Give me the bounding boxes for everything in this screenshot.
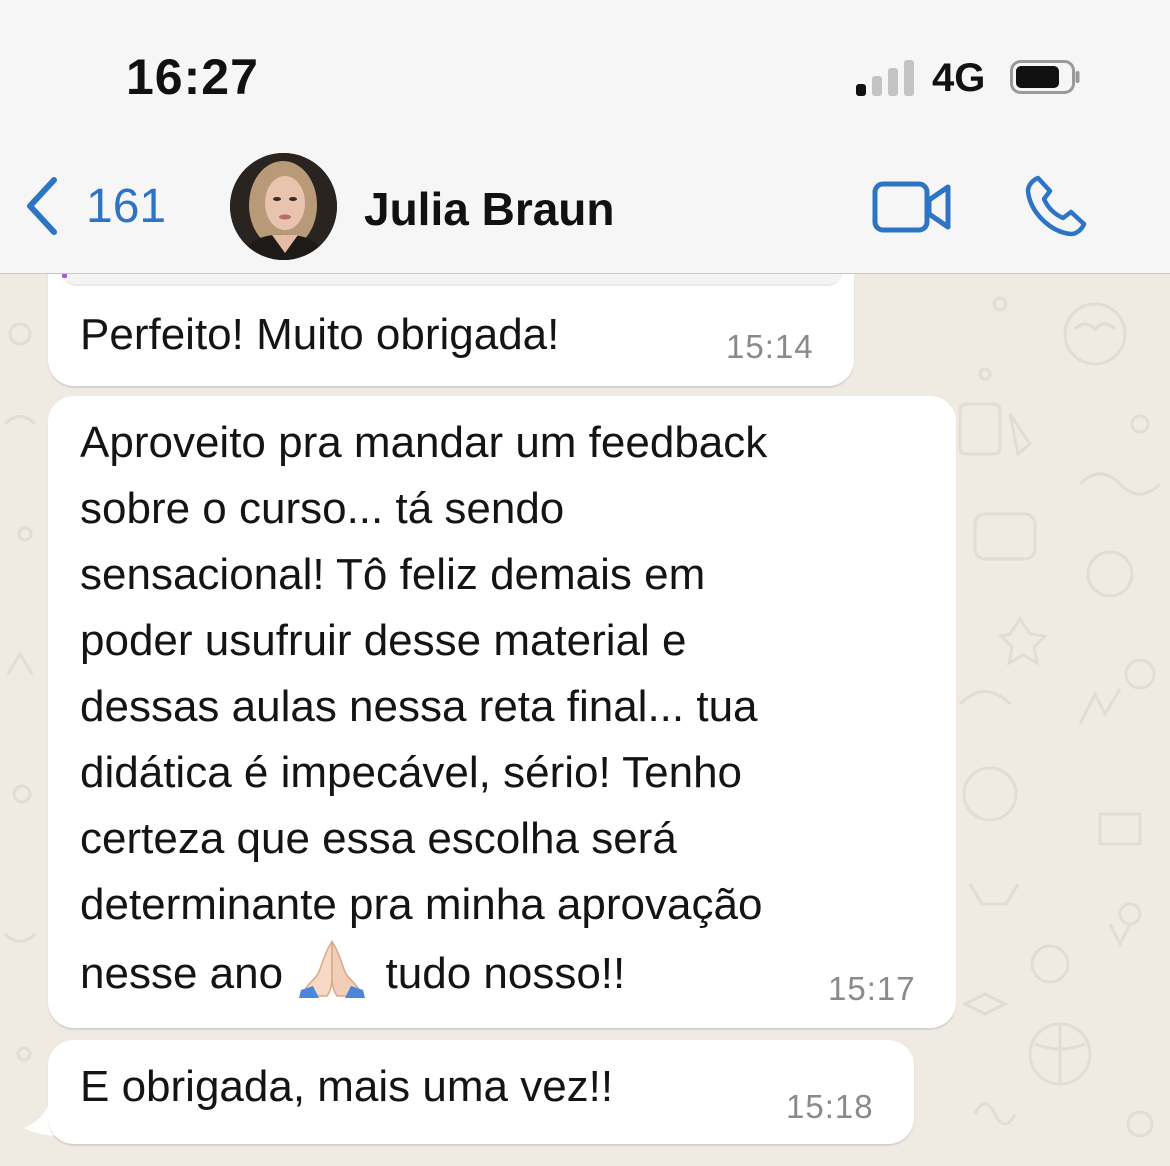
message-time: 15:14 [726,328,814,365]
signal-bar [856,84,866,96]
folded-hands-emoji [299,940,366,998]
message-bubble[interactable]: Aproveito pra mandar um feedback sobre o… [48,396,956,1028]
message-line: Aproveito pra mandar um feedback [80,418,768,467]
chevron-left-icon [27,177,57,235]
message-line: certeza que essa escolha será [80,814,677,863]
signal-bar [904,60,914,96]
signal-bar [888,68,898,96]
message-line: determinante pra minha aprovação [80,880,763,929]
message-line: sobre o curso... tá sendo [80,484,565,533]
message-text: Aproveito pra mandar um feedback sobre o… [80,410,940,1007]
chat-area[interactable]: Perfeito! Muito obrigada! 15:14 Aproveit… [0,274,1170,1166]
message-line: sensacional! Tô feliz demais em [80,550,706,599]
signal-strength-icon [856,58,916,96]
phone-icon[interactable] [1024,174,1088,238]
signal-bar [872,76,882,96]
video-camera-icon[interactable] [872,178,952,236]
unread-count: 161 [86,179,167,233]
quoted-reply-accent [62,274,67,278]
message-time: 15:18 [786,1088,874,1125]
message-bubble[interactable]: Perfeito! Muito obrigada! 15:14 [48,274,854,386]
message-text: Perfeito! Muito obrigada! [80,310,560,359]
battery-icon [1010,60,1080,94]
message-text: E obrigada, mais uma vez!! [80,1062,614,1111]
message-line: dessas aulas nessa reta final... tua [80,682,758,731]
message-bubble[interactable]: E obrigada, mais uma vez!! 15:18 [48,1040,914,1144]
avatar[interactable] [230,153,337,260]
contact-name[interactable]: Julia Braun [364,182,615,236]
status-bar: 16:27 4G [0,0,1170,140]
status-time: 16:27 [126,49,259,105]
message-line: poder usufruir desse material e [80,616,687,665]
message-line: didática é impecável, sério! Tenho [80,748,743,797]
message-line: nesse ano tudo nosso!! [80,938,940,1007]
message-line-start: nesse ano [80,949,284,998]
message-time: 15:17 [828,970,916,1007]
network-type: 4G [932,56,986,100]
message-line-end: tudo nosso!! [385,949,626,998]
back-button[interactable]: 161 [22,170,166,242]
chat-header: 161 Julia Braun [0,140,1170,274]
avatar-photo [230,153,337,260]
quoted-reply-strip [62,274,842,286]
